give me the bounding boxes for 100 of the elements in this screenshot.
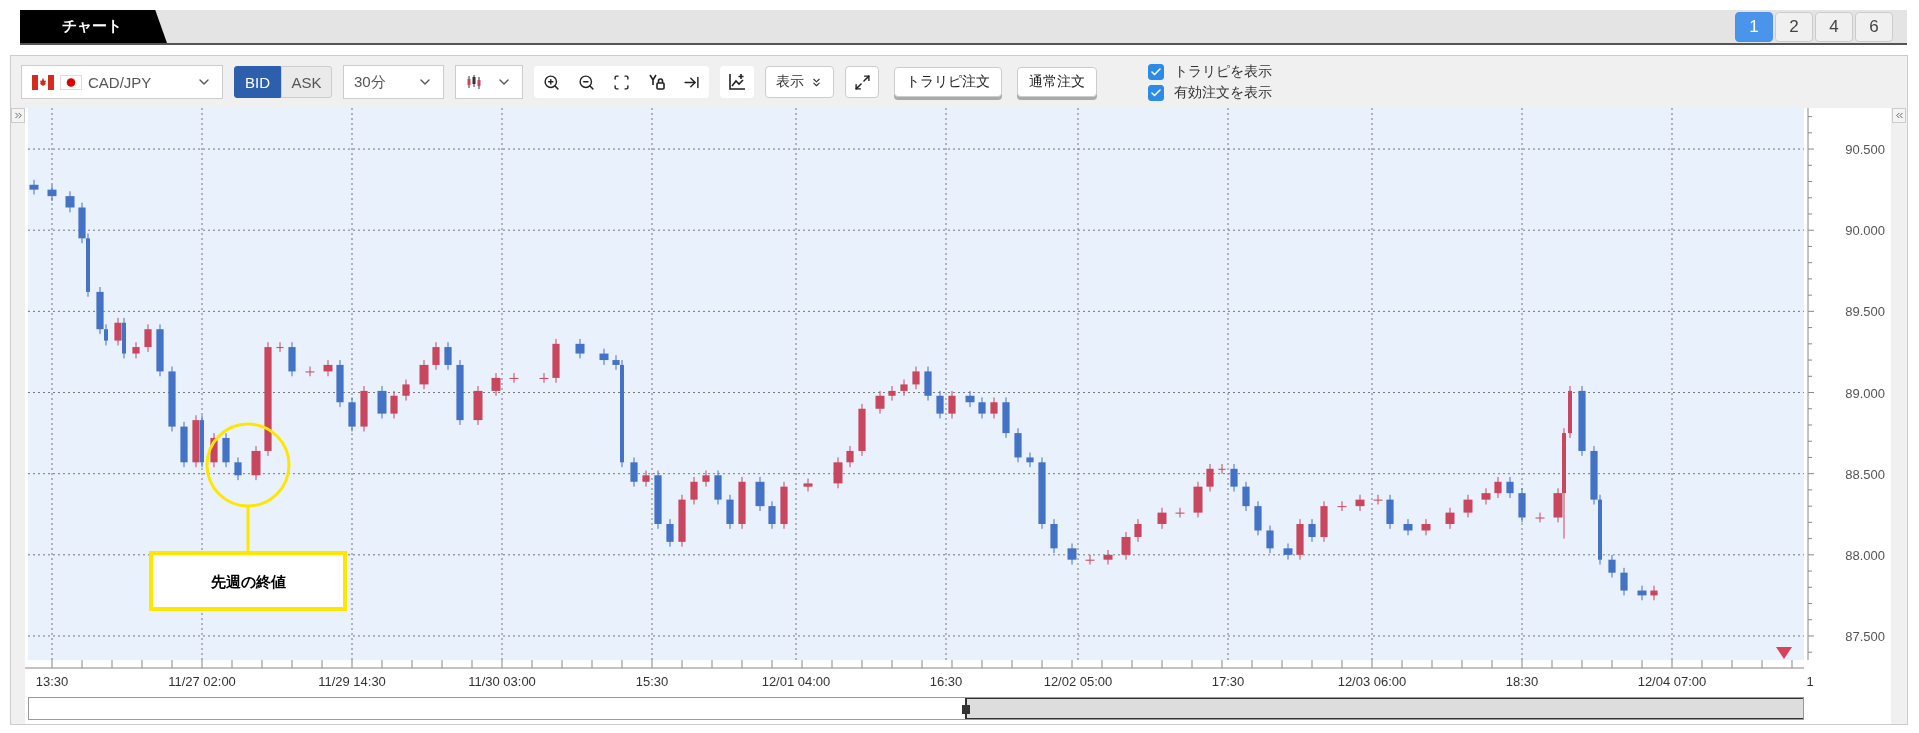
candlestick — [1386, 494, 1394, 530]
axis-label: 16:30 — [929, 674, 963, 689]
layout-button[interactable]: 2 — [1775, 11, 1813, 42]
candlestick — [1266, 525, 1274, 554]
candlestick — [875, 390, 885, 415]
candlestick — [1637, 585, 1647, 601]
candlestick — [1206, 463, 1214, 493]
candlestick — [702, 469, 710, 488]
candlestick — [444, 341, 452, 371]
axis-label: 11/27 02:00 — [168, 674, 236, 689]
scroll-handle[interactable] — [962, 705, 970, 714]
layout-button[interactable]: 4 — [1815, 11, 1853, 42]
candlestick — [714, 469, 722, 505]
candlestick — [1518, 487, 1526, 523]
candlestick — [432, 341, 440, 371]
frame-corners-icon — [613, 73, 630, 91]
chart-tab[interactable]: チャート — [20, 10, 167, 43]
candlestick — [65, 190, 75, 213]
axis-label: 12/02 05:00 — [1043, 674, 1113, 689]
candlestick — [1230, 463, 1238, 493]
layout-button[interactable]: 6 — [1855, 11, 1893, 42]
candlestick — [456, 359, 464, 426]
order-button[interactable]: トラリピ注文 — [894, 67, 1002, 97]
candlestick — [1620, 567, 1628, 596]
axis-label: 13:30 — [35, 674, 69, 689]
candlestick — [305, 366, 315, 377]
add-indicator-button[interactable] — [720, 66, 754, 98]
candlestick — [900, 379, 908, 397]
candlestick — [1355, 494, 1365, 512]
candlestick — [990, 396, 998, 419]
candlestick — [642, 469, 650, 488]
candlestick — [222, 432, 230, 468]
scrollbar-thumb[interactable] — [965, 698, 1803, 719]
candlestick — [348, 396, 356, 432]
candlestick — [491, 372, 501, 397]
candlestick — [1103, 549, 1113, 566]
candlestick — [888, 385, 896, 402]
chart-type-select[interactable] — [455, 65, 523, 99]
price-side-toggle[interactable]: ASK — [281, 66, 332, 98]
candlestick — [509, 372, 519, 384]
order-button[interactable]: 通常注文 — [1017, 67, 1097, 97]
axis-lock-icon — [647, 73, 666, 91]
candlestick — [1242, 481, 1250, 512]
japan-flag-icon — [60, 74, 82, 90]
price-side-toggle[interactable]: BID — [234, 66, 281, 98]
candlestick — [1296, 518, 1304, 561]
candlestick — [1421, 518, 1431, 536]
candlestick — [1535, 512, 1545, 523]
checkbox-label: 有効注文を表示 — [1174, 83, 1272, 102]
candlestick — [599, 348, 609, 366]
zoom-out-icon — [578, 73, 595, 91]
axis-label: 12/01 04:00 — [761, 674, 831, 689]
candlestick — [552, 338, 560, 384]
axis-label: 88.500 — [1845, 466, 1885, 482]
candlestick — [234, 456, 242, 481]
candlestick — [1308, 518, 1316, 543]
candlestick — [1481, 487, 1491, 505]
axis-label: 90.500 — [1845, 142, 1885, 158]
currency-pair-select[interactable]: CAD/JPY — [21, 65, 223, 99]
expand-button[interactable] — [845, 66, 879, 98]
candlestick — [1578, 385, 1586, 457]
axis-label: 15:30 — [635, 674, 669, 689]
candlestick — [1494, 476, 1502, 499]
axis-label: 12/03 06:00 — [1337, 674, 1407, 689]
candlestick — [1373, 494, 1383, 505]
candlestick — [390, 390, 398, 419]
candlestick — [803, 478, 813, 493]
timeframe-select[interactable]: 30分 — [343, 65, 444, 99]
candlestick — [1445, 507, 1455, 530]
checkbox[interactable] — [1148, 84, 1164, 101]
candlestick — [858, 403, 866, 457]
candlestick — [948, 390, 956, 419]
candlestick — [377, 385, 387, 419]
check-icon — [1150, 86, 1162, 99]
candlestick — [1067, 542, 1077, 566]
candlestick — [936, 390, 944, 419]
candlestick — [210, 432, 218, 468]
axis-label: 88.000 — [1845, 547, 1885, 563]
candlestick — [978, 396, 986, 419]
candlestick — [1002, 396, 1010, 439]
scrollbar[interactable] — [28, 697, 1804, 720]
candlestick — [1121, 531, 1131, 561]
check-icon — [1150, 65, 1162, 78]
canada-flag-icon — [32, 74, 54, 90]
chart-plus-icon — [728, 73, 746, 91]
candlestick — [156, 323, 164, 377]
double-chevron-left-icon — [1893, 110, 1905, 121]
candlestick — [833, 456, 843, 489]
candlestick — [1157, 507, 1167, 530]
display-menu-button[interactable]: 表示 — [765, 66, 834, 98]
checkbox[interactable] — [1148, 63, 1164, 80]
candlestick — [168, 366, 176, 432]
candlestick — [1085, 554, 1095, 566]
candlestick — [402, 379, 410, 402]
candlestick-icon — [466, 74, 482, 90]
candlestick — [755, 476, 765, 512]
candlestick — [180, 421, 188, 468]
candlestick — [912, 366, 920, 390]
candlestick — [846, 445, 854, 468]
candlestick — [965, 390, 975, 408]
